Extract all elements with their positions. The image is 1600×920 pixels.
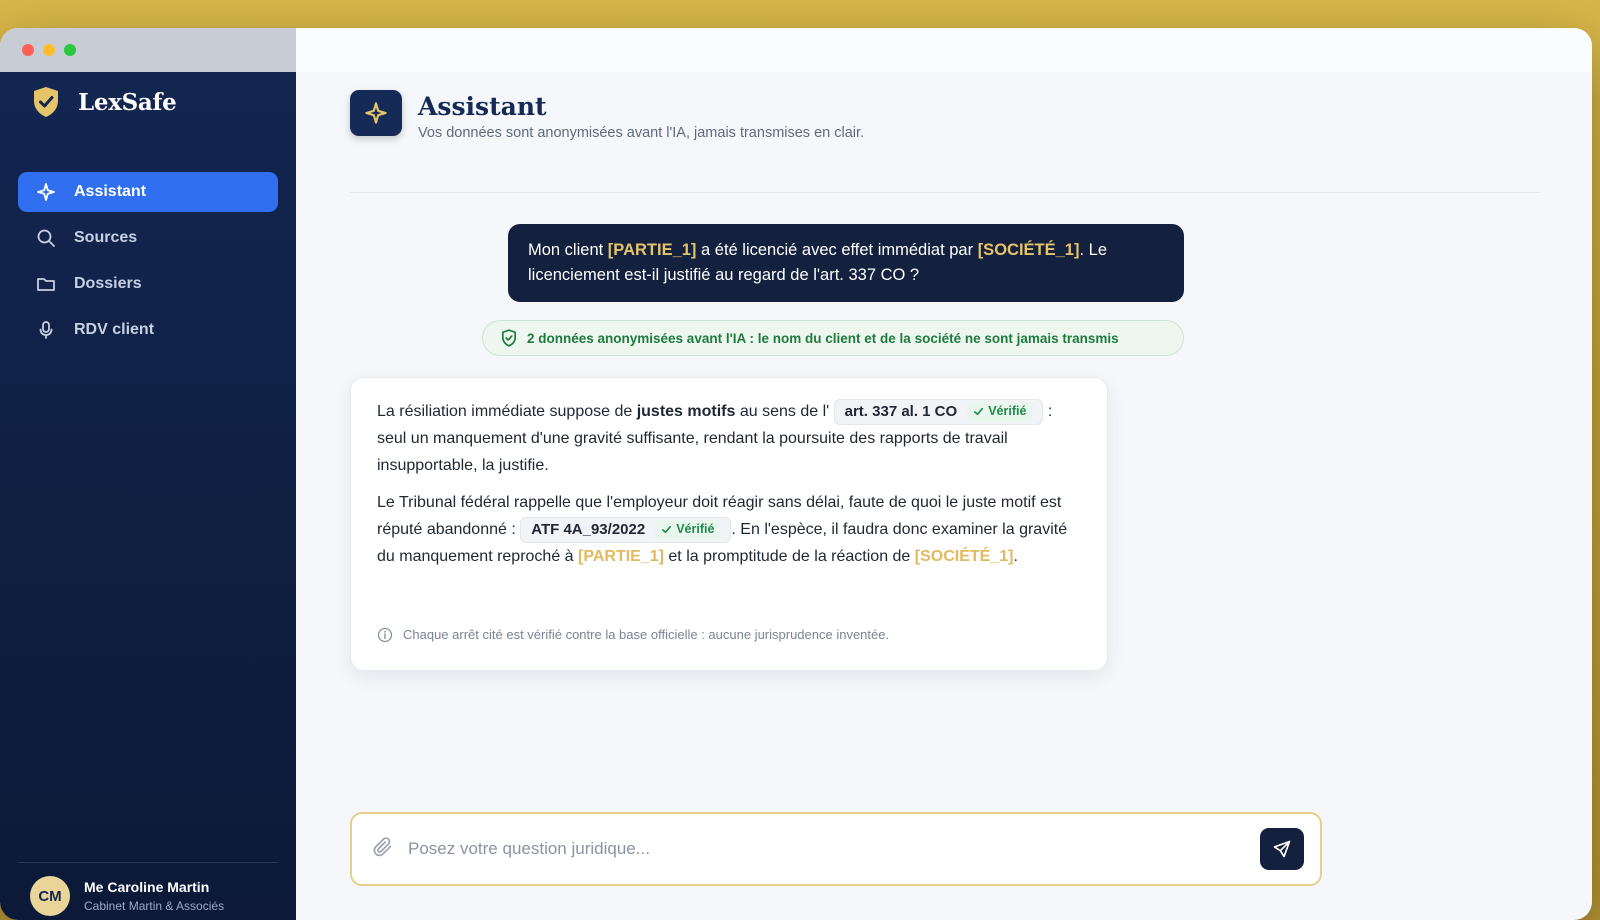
message-composer [350, 812, 1322, 886]
answer-paragraph: Le Tribunal fédéral rappelle que l'emplo… [377, 489, 1081, 570]
verified-badge: Vérifié [655, 519, 721, 540]
shield-check-icon [34, 87, 58, 117]
answer-text: au sens de l' [735, 403, 830, 420]
avatar: CM [30, 876, 70, 916]
verification-footnote: Chaque arrêt cité est vérifié contre la … [377, 621, 889, 648]
search-icon [36, 228, 56, 248]
sidebar-item-rdv-client[interactable]: RDV client [18, 310, 278, 350]
microphone-icon [36, 320, 56, 340]
sidebar-item-label: RDV client [74, 321, 155, 338]
anonymization-notice: 2 données anonymisées avant l'IA : le no… [482, 320, 1184, 356]
verified-badge-label: Vérifié [988, 404, 1027, 419]
citation-chip[interactable]: ATF 4A_93/2022 Vérifié [520, 516, 732, 543]
check-icon [662, 526, 672, 534]
footnote-text: Chaque arrêt cité est vérifié contre la … [403, 627, 890, 642]
app-window: LexSafe Assistant Sources Dossiers RDV c… [0, 28, 1592, 920]
citation-reference: ATF 4A_93/2022 [531, 521, 646, 539]
shield-check-icon [501, 329, 517, 347]
check-icon [974, 408, 984, 416]
answer-text: et la promptitude de la réaction de [663, 548, 915, 565]
sidebar-item-assistant[interactable]: Assistant [18, 172, 278, 212]
sparkle-icon [36, 182, 56, 202]
sidebar: LexSafe Assistant Sources Dossiers RDV c… [0, 72, 296, 920]
sidebar-item-label: Sources [74, 229, 138, 246]
window-titlebar [0, 28, 296, 72]
anonymized-token: [PARTIE_1] [607, 241, 697, 259]
user-profile[interactable]: CM Me Caroline Martin Cabinet Martin & A… [30, 876, 224, 916]
citation-reference: art. 337 al. 1 CO [844, 403, 958, 421]
verified-badge: Vérifié [967, 401, 1033, 422]
main-panel: Assistant Vos données sont anonymisées a… [296, 72, 1592, 920]
header-divider [350, 192, 1540, 193]
answer-text: . [1013, 548, 1018, 565]
verified-badge-label: Vérifié [676, 522, 715, 537]
page-subtitle: Vos données sont anonymisées avant l'IA,… [418, 125, 865, 141]
sidebar-divider [18, 862, 278, 863]
sparkle-icon [350, 90, 402, 136]
sidebar-item-dossiers[interactable]: Dossiers [18, 264, 278, 304]
send-button[interactable] [1260, 828, 1304, 870]
user-name: Me Caroline Martin [84, 879, 210, 895]
window-topbar [296, 28, 1592, 72]
question-input[interactable] [408, 839, 1228, 859]
anonymized-token: [SOCIÉTÉ_1] [914, 548, 1014, 565]
sidebar-item-label: Assistant [74, 183, 147, 200]
user-message-bubble: Mon client [PARTIE_1] a été licencié ave… [508, 224, 1184, 302]
message-text: a été licencié avec effet immédiat par [696, 241, 978, 259]
minimize-window-button[interactable] [43, 44, 55, 56]
citation-chip[interactable]: art. 337 al. 1 CO Vérifié [833, 398, 1044, 425]
user-firm: Cabinet Martin & Associés [84, 899, 225, 913]
answer-bold-text: justes motifs [636, 403, 736, 420]
send-icon [1273, 840, 1291, 858]
anonymization-notice-text: 2 données anonymisées avant l'IA : le no… [527, 330, 1119, 346]
message-text: Mon client [528, 241, 608, 259]
brand-name: LexSafe [78, 88, 177, 116]
zoom-window-button[interactable] [64, 44, 76, 56]
page-title: Assistant [418, 92, 547, 121]
anonymized-token: [SOCIÉTÉ_1] [977, 241, 1080, 259]
sidebar-item-sources[interactable]: Sources [18, 218, 278, 258]
close-window-button[interactable] [22, 44, 34, 56]
answer-text: La résiliation immédiate suppose de [377, 403, 637, 420]
page-header: Assistant Vos données sont anonymisées a… [350, 90, 864, 141]
info-icon [377, 627, 393, 642]
answer-paragraph: La résiliation immédiate suppose de just… [377, 398, 1081, 479]
brand[interactable]: LexSafe [32, 86, 177, 118]
anonymized-token: [PARTIE_1] [578, 548, 664, 565]
sidebar-item-label: Dossiers [74, 275, 142, 292]
folder-icon [36, 274, 56, 294]
assistant-answer-card: La résiliation immédiate suppose de just… [350, 377, 1108, 671]
paperclip-icon[interactable] [372, 836, 394, 863]
sidebar-nav: Assistant Sources Dossiers RDV client [18, 172, 278, 356]
